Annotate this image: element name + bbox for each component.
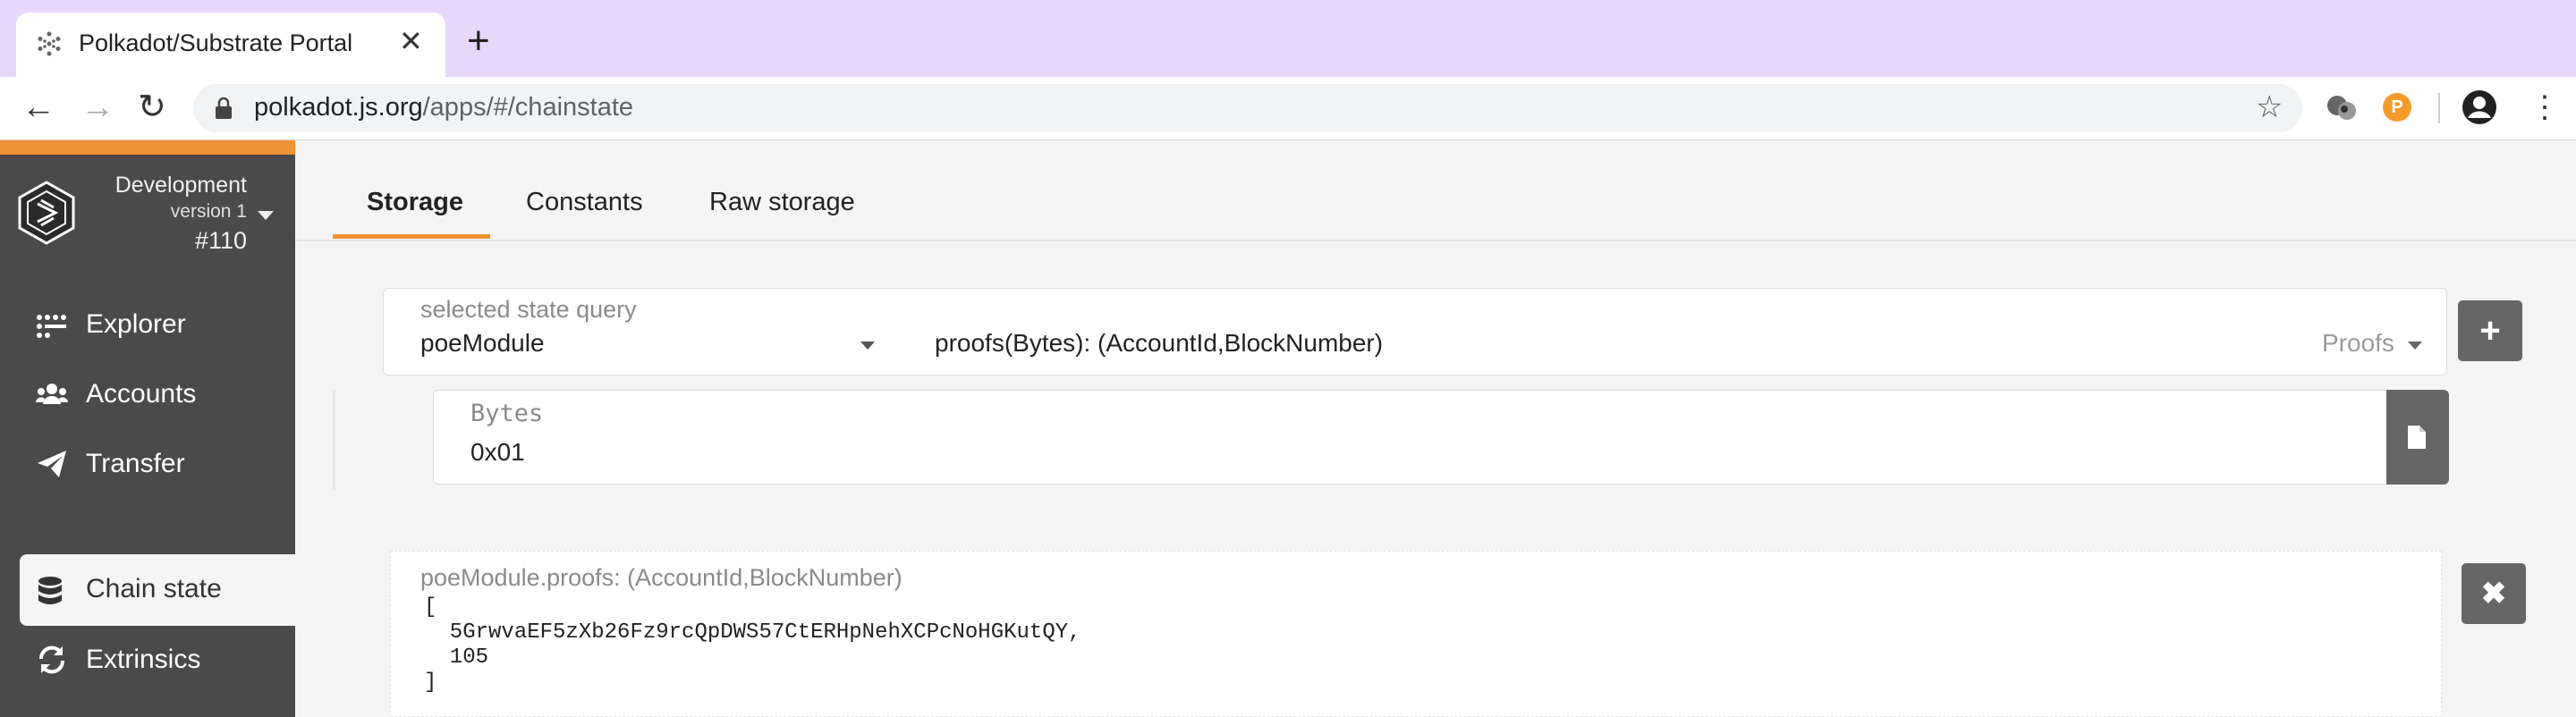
sidebar-item-label: Chain state [86,574,222,603]
state-query-selector [383,288,2447,375]
method-dropdown[interactable]: proofs(Bytes): (AccountId,BlockNumber) [935,327,1383,359]
remove-query-button[interactable]: ✖ [2462,563,2526,624]
bytes-param-field[interactable] [433,390,2388,485]
query-label: selected state query [420,296,637,323]
sync-icon [38,645,65,674]
tab-storage[interactable]: Storage [367,184,463,220]
forward-button[interactable]: → [80,89,114,125]
method-doc-label: Proofs [2322,329,2394,357]
browser-menu-icon[interactable]: ⋮ [2529,89,2560,125]
bytes-input[interactable]: 0x01 [470,436,525,468]
lock-icon[interactable] [215,97,233,120]
module-dropdown[interactable]: poeModule [420,327,545,359]
toolbar-divider [2438,93,2440,123]
result-value: [ 5GrwvaEF5zXb26Fz9rcQpDWS57CtERHpNehXCP… [424,595,1081,695]
sidebar-accent-bar [0,140,295,155]
param-label: Bytes [470,400,544,427]
chevron-down-icon[interactable] [258,211,274,220]
explorer-icon [37,315,66,338]
close-tab-icon[interactable]: ✕ [399,25,423,57]
file-icon [2408,426,2426,449]
add-query-button[interactable]: + [2458,300,2522,361]
param-divider [333,390,335,490]
sidebar-item-label: Transfer [86,449,185,478]
best-block-number: #110 [194,227,247,254]
url-path: /apps/#/chainstate [422,93,634,122]
polkadot-favicon-icon [38,31,61,56]
users-icon [36,384,68,404]
browser-tab-title: Polkadot/Substrate Portal [79,30,353,56]
result-label: poeModule.proofs: (AccountId,BlockNumber… [420,564,902,591]
tab-constants[interactable]: Constants [526,184,643,220]
extension-icon[interactable] [2326,93,2358,123]
url-host: polkadot.js.org [254,93,423,122]
sidebar-item-accounts[interactable]: Accounts [0,359,295,429]
new-tab-button[interactable]: + [467,21,490,61]
url-text[interactable]: polkadot.js.org/apps/#/chainstate [254,89,633,125]
profile-icon[interactable] [2462,89,2497,125]
sidebar-item-chain-state[interactable]: Chain state [20,554,295,626]
sidebar-item-label: Accounts [86,379,197,409]
sidebar-item-label: Explorer [86,309,186,339]
polkadot-extension-icon[interactable]: P [2383,93,2411,122]
tab-raw-storage[interactable]: Raw storage [709,184,855,220]
bookmark-star-icon[interactable]: ☆ [2256,89,2283,125]
tabs-divider [295,240,2576,241]
polkadot-logo-icon[interactable] [14,181,79,245]
chain-name: Development [114,173,247,198]
chevron-down-icon[interactable] [860,342,875,350]
paper-plane-icon [38,451,66,477]
sidebar-item-explorer[interactable]: Explorer [0,290,295,359]
active-tab-indicator [333,234,490,239]
back-button[interactable]: ← [21,89,55,125]
chevron-down-icon[interactable] [2408,342,2422,350]
chain-version: version 1 [170,201,247,222]
sidebar-item-label: Extrinsics [86,645,201,674]
sidebar-item-extrinsics[interactable]: Extrinsics [0,625,295,695]
database-icon [38,577,62,604]
sidebar-item-transfer[interactable]: Transfer [0,429,295,499]
reload-button[interactable]: ↻ [138,89,166,125]
